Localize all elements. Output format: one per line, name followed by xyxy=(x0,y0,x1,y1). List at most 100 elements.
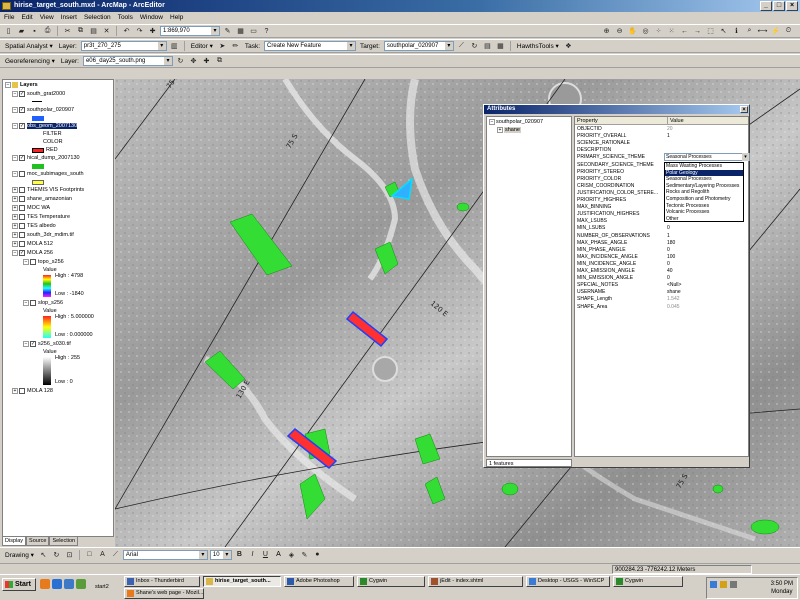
dropdown-option[interactable]: Composition and Photometry xyxy=(665,196,743,203)
editor-toolbar-icon[interactable]: ✎ xyxy=(222,26,233,37)
dropdown-option[interactable]: Sedimentary/Layering Processes xyxy=(665,183,743,190)
attribute-value[interactable]: <Null> xyxy=(667,282,747,289)
full-extent-icon[interactable]: ◎ xyxy=(640,26,651,37)
taskbar-button-winscp[interactable]: Desktop - USGS - WinSCP xyxy=(526,576,610,587)
attribute-row[interactable]: NUMBER_OF_OBSERVATIONS 1 xyxy=(575,233,748,240)
taskbar-button-arcmap[interactable]: hirise_target_south... xyxy=(203,576,281,587)
attribute-row[interactable]: MIN_LSUBS 0 xyxy=(575,225,748,232)
attribute-row[interactable]: OBJECTID 20 xyxy=(575,126,748,133)
attribute-value[interactable]: 0 xyxy=(667,247,747,254)
taskbar-button-cygwin-2[interactable]: Cygwin xyxy=(613,576,683,587)
toc-layer[interactable]: + THEMIS VIS Footprints xyxy=(12,186,84,195)
arctoolbox-icon[interactable]: ▦ xyxy=(235,26,246,37)
maximize-button[interactable]: □ xyxy=(773,1,785,11)
attribute-row[interactable]: MAX_EMISSION_ANGLE 40 xyxy=(575,268,748,275)
toc-layer[interactable]: + south_3dr_mdim.tif xyxy=(12,231,74,240)
collapse-icon[interactable]: − xyxy=(12,106,18,113)
science-theme-select[interactable]: Seasonal Processes xyxy=(664,153,750,161)
tab-display[interactable]: Display xyxy=(2,537,27,546)
copy-icon[interactable]: ⧉ xyxy=(75,26,86,37)
menu-view[interactable]: View xyxy=(40,12,54,24)
menu-tools[interactable]: Tools xyxy=(118,12,133,24)
ie-quicklaunch-icon[interactable] xyxy=(52,579,62,589)
rotate-tool-icon[interactable]: ↻ xyxy=(469,41,480,52)
close-button[interactable]: × xyxy=(786,1,798,11)
split-tool-icon[interactable]: ⟋ xyxy=(456,41,467,52)
expand-icon[interactable]: + xyxy=(12,204,18,211)
delete-icon[interactable]: ✕ xyxy=(101,26,112,37)
rectangle-icon[interactable]: □ xyxy=(84,549,95,560)
layer-checkbox[interactable] xyxy=(30,299,36,306)
attribute-value[interactable]: 40 xyxy=(667,268,747,275)
taskbar-button-thunderbird[interactable]: Inbox - Thunderbird xyxy=(124,576,200,587)
tab-source[interactable]: Source xyxy=(26,537,50,546)
spatial-analyst-layer-combo[interactable]: pr3t_270_275 xyxy=(80,41,167,51)
layer-checkbox[interactable]: ✓ xyxy=(19,122,25,129)
expand-icon[interactable]: + xyxy=(12,186,18,193)
dropdown-option[interactable]: Other xyxy=(665,216,743,223)
clock[interactable]: 3:50 PM Monday xyxy=(771,580,793,596)
taskbar-button-mozilla[interactable]: Shane's web page - Mozil... xyxy=(124,588,204,599)
layer-checkbox[interactable]: ✓ xyxy=(19,90,25,97)
toc-layer[interactable]: − ✓ south_grat2000 xyxy=(12,90,65,99)
collapse-icon[interactable]: − xyxy=(489,118,495,125)
taskbar-button-cygwin[interactable]: Cygwin xyxy=(357,576,425,587)
toc-layer[interactable]: + TES albedo xyxy=(12,222,56,231)
network-icon[interactable] xyxy=(710,581,717,588)
italic-button[interactable]: I xyxy=(247,549,258,560)
save-icon[interactable]: ▪ xyxy=(29,26,40,37)
attribute-row[interactable]: MAX_INCIDENCE_ANGLE 100 xyxy=(575,254,748,261)
expand-icon[interactable]: + xyxy=(12,213,18,220)
zoom-whole-page-icon[interactable]: ⊡ xyxy=(64,549,75,560)
expand-icon[interactable]: + xyxy=(12,231,18,238)
collapse-icon[interactable]: − xyxy=(12,154,18,161)
redo-icon[interactable]: ↷ xyxy=(134,26,145,37)
paste-icon[interactable]: ▤ xyxy=(88,26,99,37)
sketch-tool-icon[interactable]: ✏ xyxy=(230,41,241,52)
menu-insert[interactable]: Insert xyxy=(61,12,77,24)
time-slider-icon[interactable]: ⏲ xyxy=(783,26,794,37)
attribute-row[interactable]: MIN_PHASE_ANGLE 0 xyxy=(575,247,748,254)
attributes-icon[interactable]: ▤ xyxy=(482,41,493,52)
add-data-icon[interactable]: ✚ xyxy=(147,26,158,37)
footprint-polygon[interactable] xyxy=(712,484,724,494)
line-color-icon[interactable]: ✎ xyxy=(299,549,310,560)
find-icon[interactable]: ⌕ xyxy=(744,26,755,37)
toc-root[interactable]: − Layers xyxy=(5,81,38,90)
georeferencing-menu[interactable]: Georeferencing ▾ xyxy=(5,57,55,65)
footprint-polygon[interactable] xyxy=(501,482,519,496)
dropdown-option[interactable]: Tectonic Processes xyxy=(665,203,743,210)
app-quicklaunch-icon[interactable] xyxy=(76,579,86,589)
attribute-row[interactable]: SHAPE_Area 0.045 xyxy=(575,304,748,311)
layer-checkbox[interactable] xyxy=(19,213,25,220)
dropdown-option-selected[interactable]: Polar Geology xyxy=(665,169,743,177)
layer-checkbox[interactable] xyxy=(19,186,25,193)
attribute-value[interactable]: 1 xyxy=(667,133,747,140)
command-line-icon[interactable]: ▭ xyxy=(248,26,259,37)
attribute-row[interactable]: MIN_EMISSION_ANGLE 0 xyxy=(575,275,748,282)
map-scale-combo[interactable]: 1:869,970 xyxy=(160,26,220,36)
layer-checkbox[interactable] xyxy=(19,204,25,211)
layer-checkbox[interactable]: ✓ xyxy=(19,249,25,256)
cut-icon[interactable]: ✂ xyxy=(62,26,73,37)
fixed-zoom-out-icon[interactable]: ⁙ xyxy=(666,26,677,37)
menu-edit[interactable]: Edit xyxy=(21,12,32,24)
previous-extent-icon[interactable]: ← xyxy=(679,26,690,37)
attribute-value[interactable]: 1.542 xyxy=(667,296,747,303)
collapse-icon[interactable]: − xyxy=(23,340,29,347)
layer-checkbox[interactable] xyxy=(19,240,25,247)
menu-file[interactable]: File xyxy=(4,12,14,24)
layer-checkbox[interactable] xyxy=(19,195,25,202)
toc-layer[interactable]: + MOLA 128 xyxy=(12,387,53,396)
desktop-quicklaunch-icon[interactable] xyxy=(64,579,74,589)
edit-tool-icon[interactable]: ➤ xyxy=(217,41,228,52)
tree-layer-node[interactable]: − southpolar_020907 xyxy=(489,118,543,126)
expand-icon[interactable]: + xyxy=(12,222,18,229)
attribute-row[interactable]: PRIORITY_OVERALL 1 xyxy=(575,133,748,140)
expand-icon[interactable]: + xyxy=(12,387,18,394)
next-extent-icon[interactable]: → xyxy=(692,26,703,37)
toc-layer[interactable]: − moc_subimages_south xyxy=(12,170,84,179)
attribute-value[interactable]: shane xyxy=(667,289,747,296)
spatial-analyst-menu[interactable]: Spatial Analyst ▾ xyxy=(5,42,53,50)
layer-checkbox[interactable] xyxy=(19,170,25,177)
